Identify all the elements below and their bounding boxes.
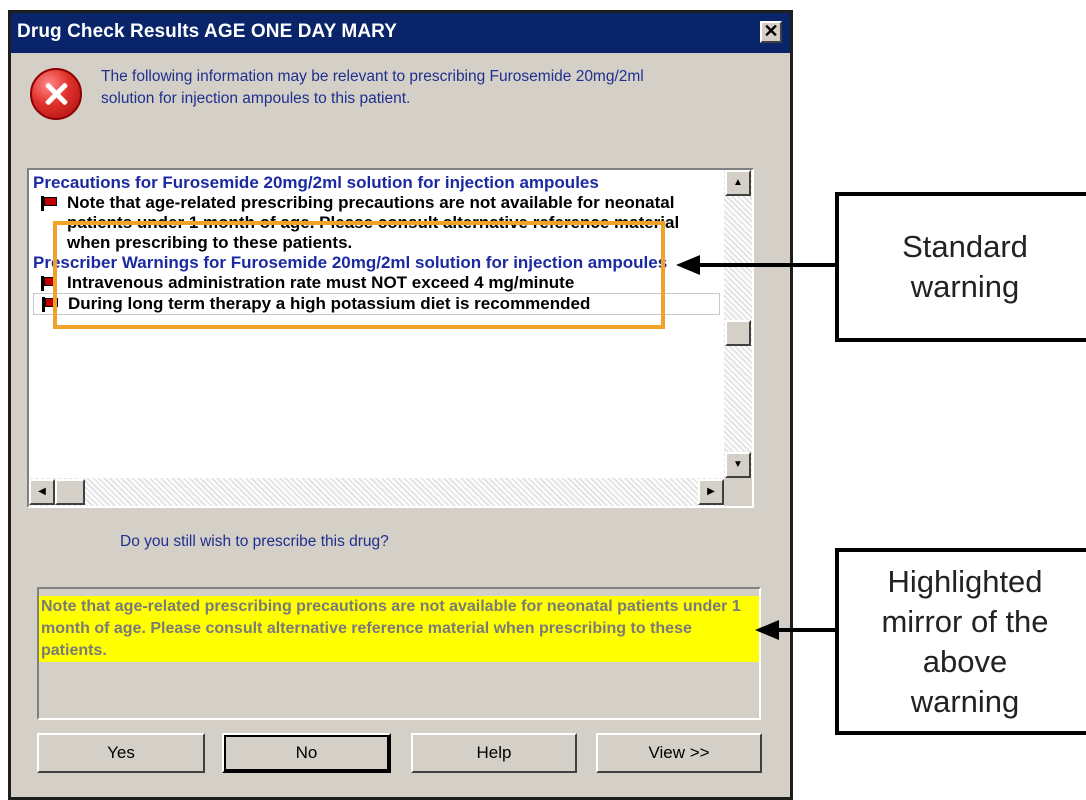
callout-text: warning (910, 269, 1020, 304)
scroll-up-icon[interactable]: ▲ (725, 170, 751, 196)
callout-text: above (922, 643, 1008, 679)
warning-mirror-panel: Note that age-related prescribing precau… (37, 587, 761, 720)
error-icon (30, 68, 82, 120)
callout-arrow-line (778, 628, 835, 632)
horizontal-scroll-thumb[interactable] (55, 479, 85, 505)
callout-text: mirror of the (881, 603, 1049, 639)
callout-arrow-line (700, 263, 835, 267)
scroll-down-icon[interactable]: ▼ (725, 452, 751, 478)
scroll-left-icon[interactable]: ◀ (29, 479, 55, 505)
arrow-left-icon (755, 620, 779, 640)
no-button[interactable]: No (222, 733, 391, 773)
results-list[interactable]: Precautions for Furosemide 20mg/2ml solu… (27, 168, 754, 508)
callout-text: warning (910, 683, 1020, 719)
standard-warning-highlight (53, 221, 665, 329)
yes-button[interactable]: Yes (37, 733, 205, 773)
warning-flag-icon (41, 196, 57, 211)
prescribe-question: Do you still wish to prescribe this drug… (120, 533, 389, 550)
mirror-warning-text: Note that age-related prescribing precau… (39, 596, 759, 662)
help-button[interactable]: Help (411, 733, 577, 773)
vertical-scroll-thumb[interactable] (725, 320, 751, 346)
scrollbar-corner (724, 478, 752, 506)
view-button[interactable]: View >> (596, 733, 762, 773)
precautions-heading: Precautions for Furosemide 20mg/2ml solu… (33, 173, 599, 192)
window-title: Drug Check Results AGE ONE DAY MARY (17, 21, 398, 42)
arrow-left-icon (676, 255, 700, 275)
standard-warning-callout: Standard warning (835, 192, 1086, 342)
mirror-warning-callout: Highlighted mirror of the above warning (835, 548, 1086, 735)
info-message: The following information may be relevan… (101, 68, 644, 107)
callout-text: Standard (902, 229, 1028, 264)
callout-text: Highlighted (887, 563, 1043, 599)
title-bar: Drug Check Results AGE ONE DAY MARY ✕ (11, 13, 790, 53)
vertical-scrollbar[interactable]: ▲ ▼ (724, 170, 752, 478)
horizontal-scrollbar[interactable]: ◀ ▶ (29, 478, 724, 506)
close-button[interactable]: ✕ (760, 21, 782, 43)
scroll-right-icon[interactable]: ▶ (698, 479, 724, 505)
